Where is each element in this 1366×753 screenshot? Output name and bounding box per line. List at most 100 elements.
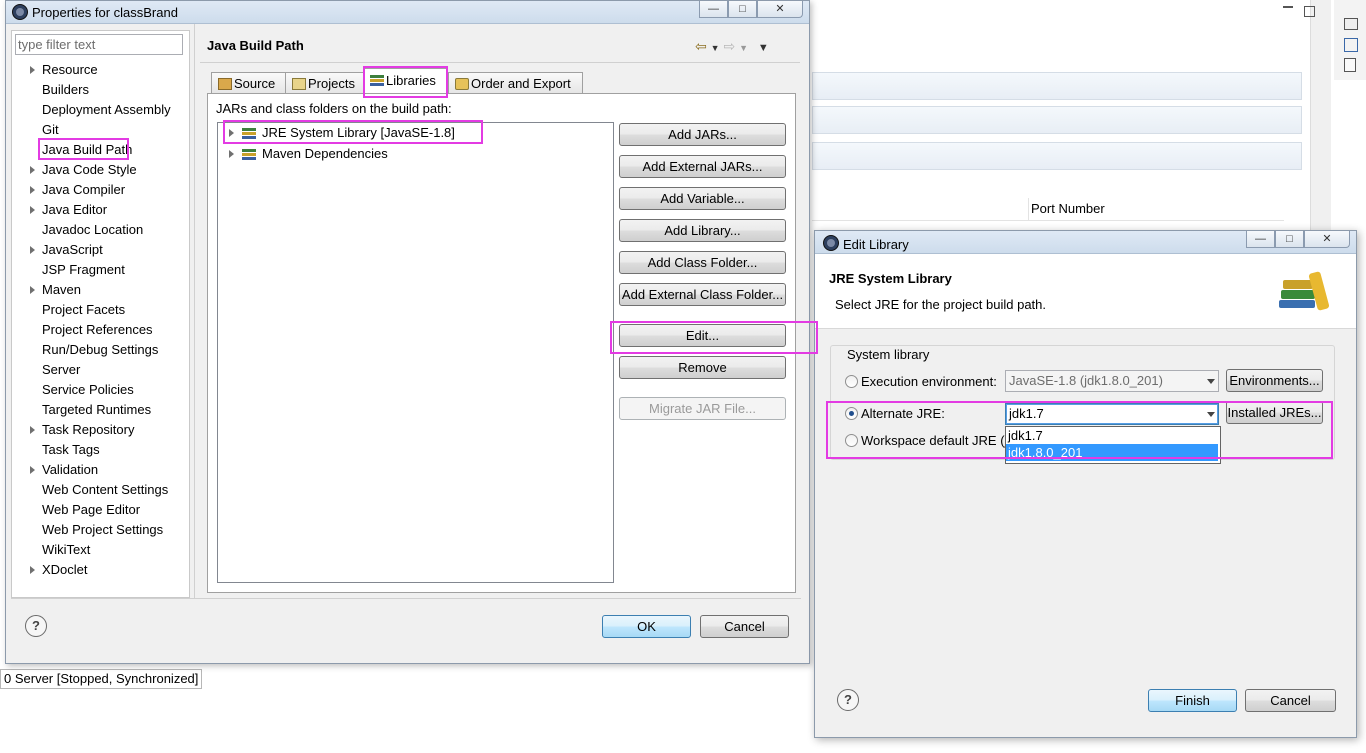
tree-item[interactable]: JSP Fragment [42,261,125,279]
expand-icon[interactable] [229,129,234,137]
tree-item[interactable]: Java Compiler [42,181,125,199]
expand-icon[interactable] [30,466,35,474]
maximize-icon[interactable] [1304,6,1315,17]
add-external-jars-button[interactable]: Add External JARs... [619,155,786,178]
dropdown-option[interactable]: jdk1.7 [1006,427,1218,444]
cancel-button[interactable]: Cancel [700,615,789,638]
tree-item[interactable]: Git [42,121,59,139]
ok-button[interactable]: OK [602,615,691,638]
close-button[interactable]: ✕ [1304,231,1350,248]
tree-item[interactable]: Task Repository [42,421,134,439]
tree-item[interactable]: Web Content Settings [42,481,168,499]
restore-icon[interactable] [1344,18,1358,30]
radio-execution-environment[interactable] [845,375,858,388]
tree-item[interactable]: Javadoc Location [42,221,143,239]
add-library-button[interactable]: Add Library... [619,219,786,242]
installed-jres-button[interactable]: Installed JREs... [1226,401,1323,424]
tree-item[interactable]: Project Facets [42,301,125,319]
expand-icon[interactable] [30,426,35,434]
add-class-folder-button[interactable]: Add Class Folder... [619,251,786,274]
expand-icon[interactable] [30,286,35,294]
tree-item[interactable]: Run/Debug Settings [42,341,158,359]
tab-source[interactable]: Source [211,72,286,94]
minimize-button[interactable]: — [1246,231,1275,248]
tab-order-export[interactable]: Order and Export [448,72,583,94]
migrate-jar-button[interactable]: Migrate JAR File... [619,397,786,420]
expand-icon[interactable] [30,186,35,194]
finish-button[interactable]: Finish [1148,689,1237,712]
alt-jre-label: Alternate JRE: [861,406,945,421]
expand-icon[interactable] [30,66,35,74]
tab-libraries-label: Libraries [386,73,436,88]
expand-icon[interactable] [229,150,234,158]
expand-icon[interactable] [30,566,35,574]
filter-input[interactable]: type filter text [15,34,183,55]
minimize-icon[interactable] [1283,6,1293,8]
column-port-number[interactable]: Port Number [1031,201,1105,216]
tree-item[interactable]: Web Page Editor [42,501,140,519]
help-icon[interactable]: ? [837,689,859,711]
expand-icon[interactable] [30,246,35,254]
cancel-button[interactable]: Cancel [1245,689,1336,712]
background-table-header: Port Number [812,198,1284,221]
help-icon[interactable]: ? [25,615,47,637]
remove-button[interactable]: Remove [619,356,786,379]
edit-library-dialog: Edit Library — □ ✕ JRE System Library Se… [814,230,1357,738]
tree-item[interactable]: Task Tags [42,441,100,459]
tree-item[interactable]: Maven [42,281,81,299]
background-section [812,72,1302,100]
tree-item[interactable]: Java Code Style [42,161,137,179]
nav-toolbar: ⇦ ▼ ⇨ ▼ ▼ [695,38,769,55]
tree-item[interactable]: Server [42,361,80,379]
tree-item[interactable]: JavaScript [42,241,103,259]
dropdown-option-selected[interactable]: jdk1.8.0_201 [1006,444,1218,461]
jar-item-maven[interactable]: Maven Dependencies [262,146,388,162]
books-icon [1279,271,1335,316]
tree-item[interactable]: Builders [42,81,89,99]
tree-item[interactable]: Targeted Runtimes [42,401,151,419]
add-jars-button[interactable]: Add JARs... [619,123,786,146]
tab-libraries[interactable]: Libraries [363,68,448,95]
exec-env-select[interactable]: JavaSE-1.8 (jdk1.8.0_201) [1005,370,1219,392]
background-scrollbar[interactable] [1310,0,1331,240]
edit-button[interactable]: Edit... [619,324,786,347]
close-button[interactable]: ✕ [757,1,803,18]
alt-jre-dropdown: jdk1.7 jdk1.8.0_201 [1005,426,1221,464]
environments-button[interactable]: Environments... [1226,369,1323,392]
minimize-button[interactable]: — [699,1,728,18]
maximize-button[interactable]: □ [728,1,757,18]
tree-item[interactable]: WikiText [42,541,90,559]
properties-title: Properties for classBrand [32,5,178,20]
menu-icon[interactable]: ▼ [758,42,769,54]
alt-jre-select[interactable]: jdk1.7 [1005,403,1219,425]
chevron-down-icon[interactable]: ▼ [711,43,720,53]
workspace-default-label: Workspace default JRE (j [861,433,1008,448]
forward-icon[interactable]: ⇨ [723,38,735,54]
tree-item[interactable]: XDoclet [42,561,88,579]
expand-icon[interactable] [30,166,35,174]
tree-item[interactable]: Project References [42,321,153,339]
jar-item-jre[interactable]: JRE System Library [JavaSE-1.8] [262,125,455,141]
tree-item[interactable]: Resource [42,61,98,79]
jar-list[interactable] [217,122,614,583]
add-external-class-folder-button[interactable]: Add External Class Folder... [619,283,786,306]
tree-item[interactable]: Java Build Path [42,141,132,159]
add-variable-button[interactable]: Add Variable... [619,187,786,210]
tree-item[interactable]: Deployment Assembly [42,101,171,119]
expand-icon[interactable] [30,206,35,214]
chevron-down-icon[interactable]: ▼ [739,43,748,53]
tree-item[interactable]: Web Project Settings [42,521,163,539]
page-title: Java Build Path [207,38,304,53]
radio-workspace-default[interactable] [845,434,858,447]
properties-titlebar[interactable]: Properties for classBrand — □ ✕ [6,1,809,24]
tree-item[interactable]: Java Editor [42,201,107,219]
tab-projects[interactable]: Projects [285,72,364,94]
tree-item[interactable]: Validation [42,461,98,479]
tree-item[interactable]: Service Policies [42,381,134,399]
maximize-button[interactable]: □ [1275,231,1304,248]
tasks-icon[interactable] [1344,58,1356,72]
edit-library-titlebar[interactable]: Edit Library — □ ✕ [815,231,1356,254]
back-icon[interactable]: ⇦ [695,38,707,54]
radio-alternate-jre[interactable] [845,407,858,420]
outline-icon[interactable] [1344,38,1358,52]
